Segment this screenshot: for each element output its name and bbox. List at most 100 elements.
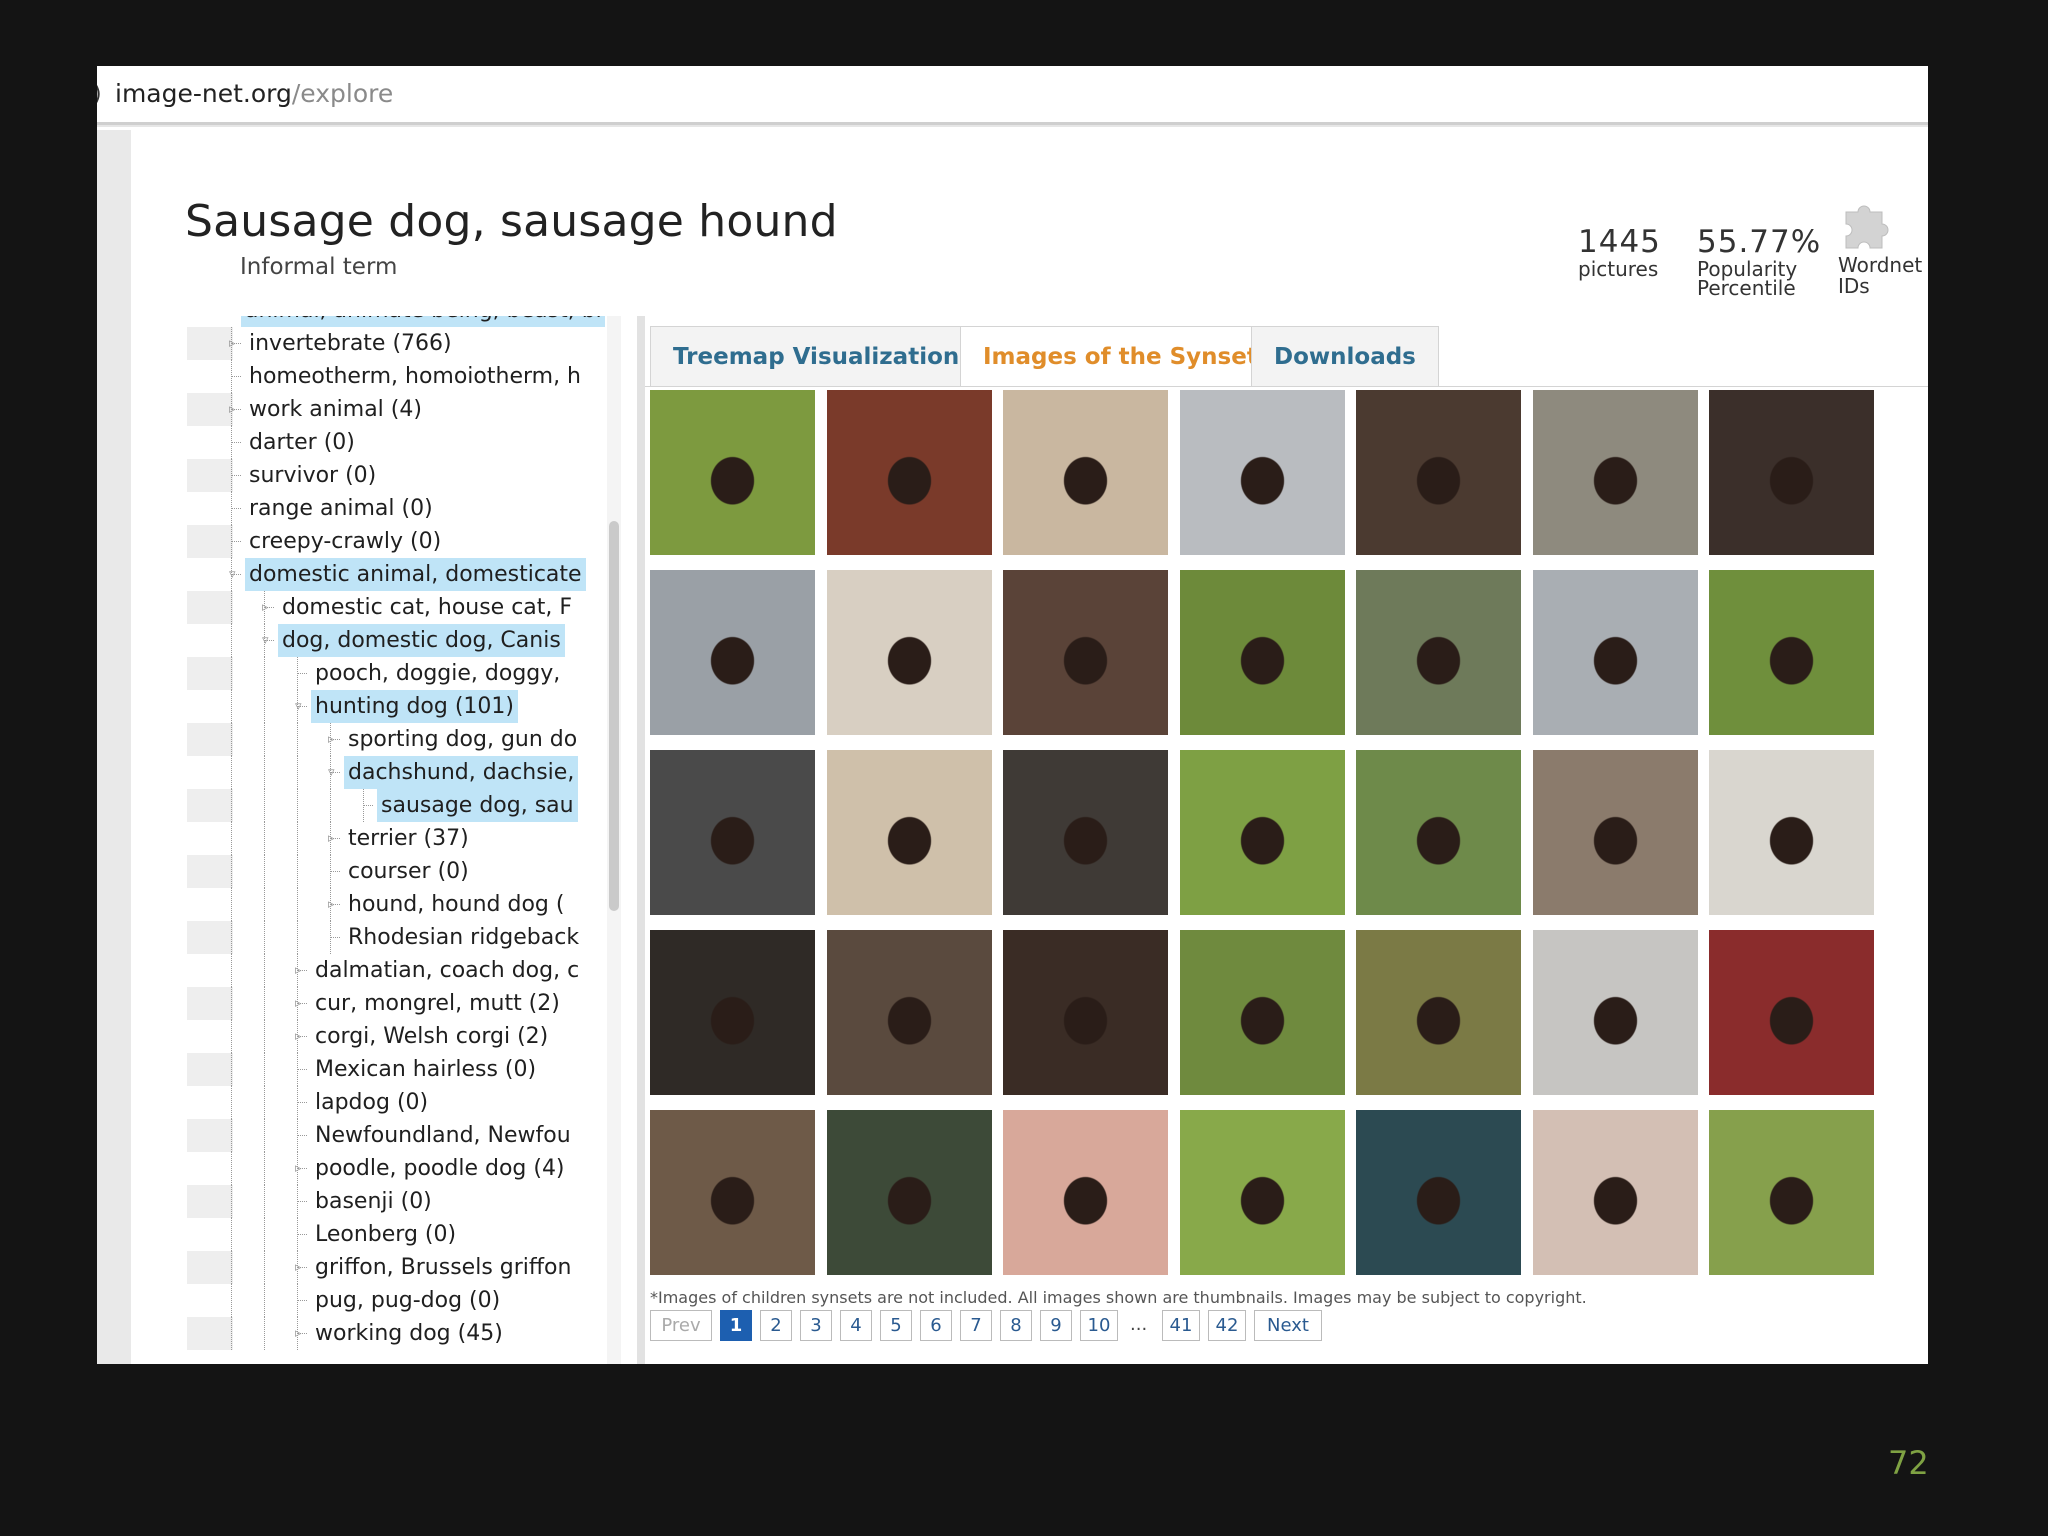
dog-thumbnail[interactable] (1709, 390, 1874, 555)
tree-node[interactable]: ▹ work animal (4) (187, 393, 605, 426)
tree-node[interactable]: ▿ dachshund, dachsie, (187, 756, 605, 789)
tree-node-label[interactable]: creepy-crawly (0) (245, 525, 445, 558)
tab-treemap[interactable]: Treemap Visualization (650, 326, 983, 387)
address-bar[interactable]: ) image-net.org/explore (97, 66, 1928, 125)
tree-node-label[interactable]: domestic animal, domesticate (245, 558, 586, 591)
collapse-triangle-icon[interactable]: ▿ (262, 624, 269, 657)
tree-node[interactable]: ▹ terrier (37) (187, 822, 605, 855)
dog-thumbnail[interactable] (650, 750, 815, 915)
tree-node-label[interactable]: cur, mongrel, mutt (2) (311, 987, 564, 1020)
expand-triangle-icon[interactable]: ▹ (229, 327, 236, 360)
tree-node-label[interactable]: domestic cat, house cat, F (278, 591, 576, 624)
collapse-triangle-icon[interactable]: ▿ (295, 690, 302, 723)
tree-node[interactable]: Newfoundland, Newfou (187, 1119, 605, 1152)
tree-node-label[interactable]: sporting dog, gun do (344, 723, 581, 756)
tree-node[interactable]: ▿ domestic animal, domesticate (187, 558, 605, 591)
page-button[interactable]: 2 (760, 1310, 792, 1341)
expand-triangle-icon[interactable]: ▹ (295, 954, 302, 987)
dog-thumbnail[interactable] (1356, 570, 1521, 735)
tab-images[interactable]: Images of the Synset (960, 326, 1281, 387)
tree-node-label[interactable]: courser (0) (344, 855, 473, 888)
dog-thumbnail[interactable] (1532, 570, 1698, 735)
tree-node[interactable]: ▿ hunting dog (101) (187, 690, 605, 723)
tree-node[interactable]: darter (0) (187, 426, 605, 459)
tree-node[interactable]: lapdog (0) (187, 1086, 605, 1119)
tree-node[interactable]: ▹ domestic cat, house cat, F (187, 591, 605, 624)
dog-thumbnail[interactable] (826, 1110, 992, 1275)
dog-thumbnail[interactable] (1356, 390, 1521, 555)
dog-thumbnail[interactable] (1532, 390, 1698, 555)
tree-node-label[interactable]: dog, domestic dog, Canis (278, 624, 565, 657)
page-button[interactable]: 5 (880, 1310, 912, 1341)
tree-node[interactable]: Rhodesian ridgeback (187, 921, 605, 954)
tree-node-label[interactable]: basenji (0) (311, 1185, 436, 1218)
expand-triangle-icon[interactable]: ▹ (295, 1251, 302, 1284)
tree-node-label[interactable]: Newfoundland, Newfou (311, 1119, 575, 1152)
dog-thumbnail[interactable] (1179, 390, 1345, 555)
tree-node[interactable]: ▿ dog, domestic dog, Canis (187, 624, 605, 657)
tree-node-label[interactable]: poodle, poodle dog (4) (311, 1152, 569, 1185)
dog-thumbnail[interactable] (1709, 570, 1874, 735)
tree-node-label[interactable]: hound, hound dog ( (344, 888, 568, 921)
tree-node[interactable]: ▹ poodle, poodle dog (4) (187, 1152, 605, 1185)
dog-thumbnail[interactable] (826, 390, 992, 555)
tree-node-label[interactable]: invertebrate (766) (245, 327, 456, 360)
expand-triangle-icon[interactable]: ▹ (295, 1152, 302, 1185)
dog-thumbnail[interactable] (826, 930, 992, 1095)
dog-thumbnail[interactable] (650, 570, 815, 735)
dog-thumbnail[interactable] (1003, 750, 1168, 915)
dog-thumbnail[interactable] (1179, 750, 1345, 915)
tree-node-label[interactable]: Rhodesian ridgeback (344, 921, 583, 954)
dog-thumbnail[interactable] (1179, 1110, 1345, 1275)
expand-triangle-icon[interactable]: ▹ (262, 591, 269, 624)
dog-thumbnail[interactable] (1003, 570, 1168, 735)
tree-node-label[interactable]: sausage dog, sau (377, 789, 578, 822)
collapse-triangle-icon[interactable]: ▿ (328, 756, 335, 789)
page-button[interactable]: 41 (1162, 1310, 1200, 1341)
wordnet-ids-link[interactable]: Wordnet IDs (1838, 196, 1922, 296)
page-button[interactable]: 42 (1208, 1310, 1246, 1341)
dog-thumbnail[interactable] (1709, 750, 1874, 915)
dog-thumbnail[interactable] (826, 570, 992, 735)
url-text[interactable]: image-net.org/explore (115, 79, 393, 108)
dog-thumbnail[interactable] (1003, 930, 1168, 1095)
tree-node[interactable]: sausage dog, sau (187, 789, 605, 822)
tree-node[interactable]: range animal (0) (187, 492, 605, 525)
dog-thumbnail[interactable] (650, 1110, 815, 1275)
next-page-button[interactable]: Next (1254, 1310, 1322, 1341)
tree-node-label[interactable]: pooch, doggie, doggy, (311, 657, 564, 690)
dog-thumbnail[interactable] (1179, 570, 1345, 735)
tree-node-label[interactable]: survivor (0) (245, 459, 380, 492)
tree-node-label[interactable]: lapdog (0) (311, 1086, 432, 1119)
tree-node-label[interactable]: griffon, Brussels griffon (311, 1251, 575, 1284)
tree-node[interactable]: ▹ hound, hound dog ( (187, 888, 605, 921)
page-button[interactable]: 4 (840, 1310, 872, 1341)
tree-node[interactable]: ▹ working dog (45) (187, 1317, 605, 1350)
tree-node[interactable]: basenji (0) (187, 1185, 605, 1218)
tree-node[interactable]: homeotherm, homoiotherm, h (187, 360, 605, 393)
tree-node[interactable]: ▹ invertebrate (766) (187, 327, 605, 360)
dog-thumbnail[interactable] (1356, 930, 1521, 1095)
tree-node-label[interactable]: range animal (0) (245, 492, 437, 525)
tree-node-label[interactable]: pug, pug-dog (0) (311, 1284, 504, 1317)
page-button[interactable]: 3 (800, 1310, 832, 1341)
tree-node-label[interactable]: animal, animate being, beast, bru (241, 316, 605, 327)
dog-thumbnail[interactable] (1356, 750, 1521, 915)
tree-node[interactable]: Leonberg (0) (187, 1218, 605, 1251)
tree-node-label[interactable]: dachshund, dachsie, (344, 756, 579, 789)
page-button[interactable]: 8 (1000, 1310, 1032, 1341)
tree-node[interactable]: ▹ corgi, Welsh corgi (2) (187, 1020, 605, 1053)
expand-triangle-icon[interactable]: ▹ (328, 723, 335, 756)
dog-thumbnail[interactable] (1532, 750, 1698, 915)
tree-node[interactable]: pug, pug-dog (0) (187, 1284, 605, 1317)
tree-node[interactable]: ▹ cur, mongrel, mutt (2) (187, 987, 605, 1020)
expand-triangle-icon[interactable]: ▹ (295, 987, 302, 1020)
tree-node-partial[interactable]: animal, animate being, beast, bru (187, 316, 605, 327)
page-button[interactable]: 9 (1040, 1310, 1072, 1341)
tree-node[interactable]: survivor (0) (187, 459, 605, 492)
page-button[interactable]: 7 (960, 1310, 992, 1341)
tree-node[interactable]: Mexican hairless (0) (187, 1053, 605, 1086)
expand-triangle-icon[interactable]: ▹ (328, 822, 335, 855)
dog-thumbnail[interactable] (1532, 1110, 1698, 1275)
expand-triangle-icon[interactable]: ▹ (295, 1317, 302, 1350)
